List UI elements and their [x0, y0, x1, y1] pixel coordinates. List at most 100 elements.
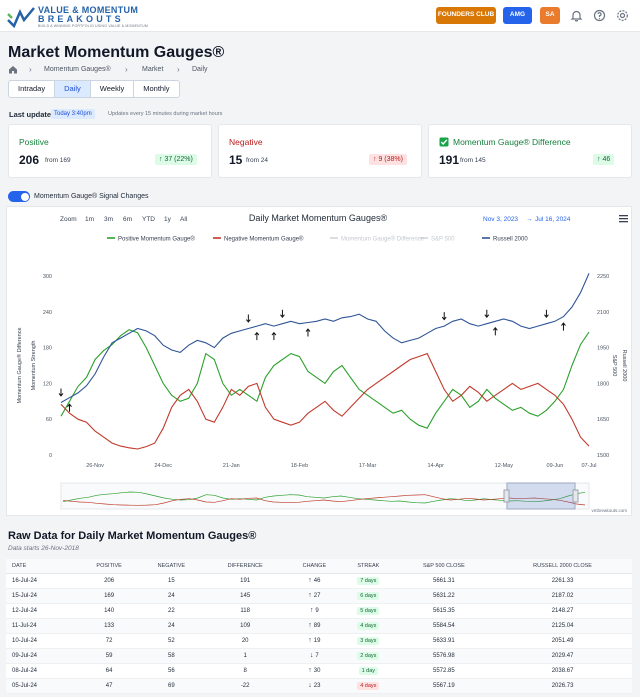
- signal-arrow-up-icon: [305, 328, 311, 337]
- streak-badge: 5 days: [357, 606, 380, 615]
- table-row: 15-Jul-24 169 24 145 ↑ 27 6 days 5631.22 2187.0…: [6, 588, 632, 604]
- sa-button[interactable]: SA: [540, 7, 560, 24]
- founders-club-button[interactable]: FOUNDERS CLUB: [436, 7, 496, 24]
- positive-value: 206: [19, 153, 40, 167]
- cell-negative: 22: [139, 603, 204, 619]
- cell-sp500: 5572.85: [394, 663, 494, 679]
- series-line-positive-momentum-gauge: [60, 329, 590, 429]
- date-range-end[interactable]: Jul 16, 2024: [535, 216, 571, 223]
- cell-russell: 2148.27: [493, 603, 632, 619]
- cell-difference: 145: [203, 588, 287, 604]
- y-left-tick-label: 180: [43, 346, 52, 352]
- column-header[interactable]: STREAK: [342, 559, 395, 574]
- signal-arrow-up-icon: [492, 327, 498, 336]
- cell-streak: 1 day: [342, 663, 395, 679]
- amg-button[interactable]: AMG: [503, 7, 532, 24]
- cell-russell: 2038.67: [493, 663, 632, 679]
- signal-markers: [58, 309, 566, 412]
- column-header[interactable]: DIFFERENCE: [203, 559, 287, 574]
- column-header[interactable]: CHANGE: [286, 559, 343, 574]
- cell-date: 11-Jul-24: [6, 618, 80, 634]
- zoom-button-1m[interactable]: 1m: [85, 216, 94, 223]
- legend-item[interactable]: Momentum Gauge® Difference: [341, 236, 425, 243]
- tab-monthly[interactable]: Monthly: [134, 81, 178, 97]
- tab-weekly[interactable]: Weekly: [91, 81, 135, 97]
- settings-gear-icon[interactable]: [616, 9, 629, 22]
- legend-item[interactable]: S&P 500: [431, 237, 455, 243]
- navigator-handle-left[interactable]: [503, 489, 510, 503]
- range-navigator[interactable]: [60, 482, 590, 510]
- zoom-button-6m[interactable]: 6m: [123, 216, 132, 223]
- difference-value: 191: [439, 153, 460, 167]
- negative-value: 15: [229, 153, 243, 167]
- table-row: 11-Jul-24 133 24 109 ↑ 89 4 days 5584.54 2125.0…: [6, 618, 632, 634]
- momentum-chart[interactable]: Zoom 1m 3m 6m YTD 1y All Daily Market Momentu…: [7, 207, 633, 517]
- cell-difference: -22: [203, 678, 287, 694]
- logo-text-bottom: BREAKOUTS: [38, 14, 124, 24]
- cell-russell: 2125.04: [493, 618, 632, 634]
- change-value: 30: [313, 668, 321, 674]
- checkbox-checked-icon[interactable]: [439, 137, 449, 147]
- column-header[interactable]: DATE: [6, 559, 80, 574]
- cell-change: ↑ 19: [286, 633, 343, 649]
- column-header[interactable]: RUSSELL 2000 CLOSE: [493, 559, 632, 574]
- date-range-start[interactable]: Nov 3, 2023: [483, 216, 518, 223]
- home-icon[interactable]: [8, 65, 18, 74]
- x-tick-label: 18-Feb: [291, 463, 308, 469]
- cell-russell: 2261.33: [493, 573, 632, 589]
- positive-change: 37 (22%): [164, 156, 193, 163]
- logo-icon[interactable]: [6, 6, 36, 28]
- signal-changes-toggle[interactable]: [8, 191, 30, 202]
- table-body: 16-Jul-24 206 15 191 ↑ 46 7 days 5661.31 2261.3…: [6, 573, 632, 694]
- signal-arrow-down-icon: [245, 314, 251, 323]
- bell-icon[interactable]: [570, 9, 583, 22]
- last-update-label: Last update: [9, 110, 52, 119]
- table-row: 09-Jul-24 59 58 1 ↓ 7 2 days 5576.98 2029.47: [6, 648, 632, 664]
- zoom-button-3m[interactable]: 3m: [104, 216, 113, 223]
- signal-arrow-down-icon: [58, 388, 64, 397]
- signal-arrow-down-icon: [484, 309, 490, 319]
- chart-panel: Zoom 1m 3m 6m YTD 1y All Daily Market Momentu…: [6, 206, 632, 516]
- negative-from: from 24: [246, 157, 269, 164]
- tab-intraday[interactable]: Intraday: [9, 81, 56, 97]
- legend-item[interactable]: Negative Momentum Gauge®: [224, 236, 304, 243]
- x-tick-label: 26-Nov: [86, 463, 104, 469]
- table-title: Raw Data for Daily Market Momentum Gauge…: [8, 530, 257, 542]
- table-row: 16-Jul-24 206 15 191 ↑ 46 7 days 5661.31 2261.3…: [6, 573, 632, 589]
- zoom-button-ytd[interactable]: YTD: [142, 216, 155, 223]
- table-row: 08-Jul-24 64 56 8 ↑ 30 1 day 5572.85 2038.67: [6, 663, 632, 679]
- column-header[interactable]: S&P 500 CLOSE: [394, 559, 494, 574]
- change-value: 89: [313, 623, 321, 629]
- column-header[interactable]: NEGATIVE: [139, 559, 204, 574]
- cell-positive: 140: [79, 603, 140, 619]
- arrow-up-icon: ↑: [597, 156, 601, 163]
- navigator-selection[interactable]: [506, 482, 576, 510]
- breadcrumb-momentum-gauges[interactable]: Momentum Gauges®: [44, 66, 111, 73]
- y-right-tick-label: 1950: [597, 346, 609, 352]
- cell-positive: 169: [79, 588, 140, 604]
- change-value: 9: [315, 608, 319, 614]
- table-row: 10-Jul-24 72 52 20 ↑ 19 3 days 5633.91 2051.49: [6, 633, 632, 649]
- y-right-title-inner: S&P 500: [611, 355, 617, 377]
- legend-item[interactable]: Positive Momentum Gauge®: [118, 236, 195, 243]
- cell-positive: 72: [79, 633, 140, 649]
- cell-streak: 4 days: [342, 678, 395, 694]
- streak-badge: 4 days: [357, 681, 380, 690]
- y-right-tick-label: 2250: [597, 274, 609, 280]
- navigator-handle-right[interactable]: [572, 489, 579, 503]
- logo-tagline: BUILD A WINNING PORTFOLIO USING VALUE & …: [38, 24, 149, 28]
- cell-difference: 8: [203, 663, 287, 679]
- cell-date: 08-Jul-24: [6, 663, 80, 679]
- zoom-button-1y[interactable]: 1y: [164, 216, 172, 223]
- cell-change: ↑ 46: [286, 573, 343, 589]
- breadcrumb-market[interactable]: Market: [142, 66, 163, 73]
- negative-title: Negative: [229, 137, 263, 147]
- y-left-title-outer: Momentum Gauge® Difference: [16, 327, 23, 403]
- zoom-button-all[interactable]: All: [180, 216, 188, 223]
- legend-item[interactable]: Russell 2000: [493, 237, 528, 243]
- help-icon[interactable]: [593, 9, 606, 22]
- menu-icon[interactable]: [619, 215, 628, 223]
- tab-daily[interactable]: Daily: [55, 81, 91, 97]
- cell-negative: 56: [139, 663, 204, 679]
- column-header[interactable]: POSITIVE: [79, 559, 140, 574]
